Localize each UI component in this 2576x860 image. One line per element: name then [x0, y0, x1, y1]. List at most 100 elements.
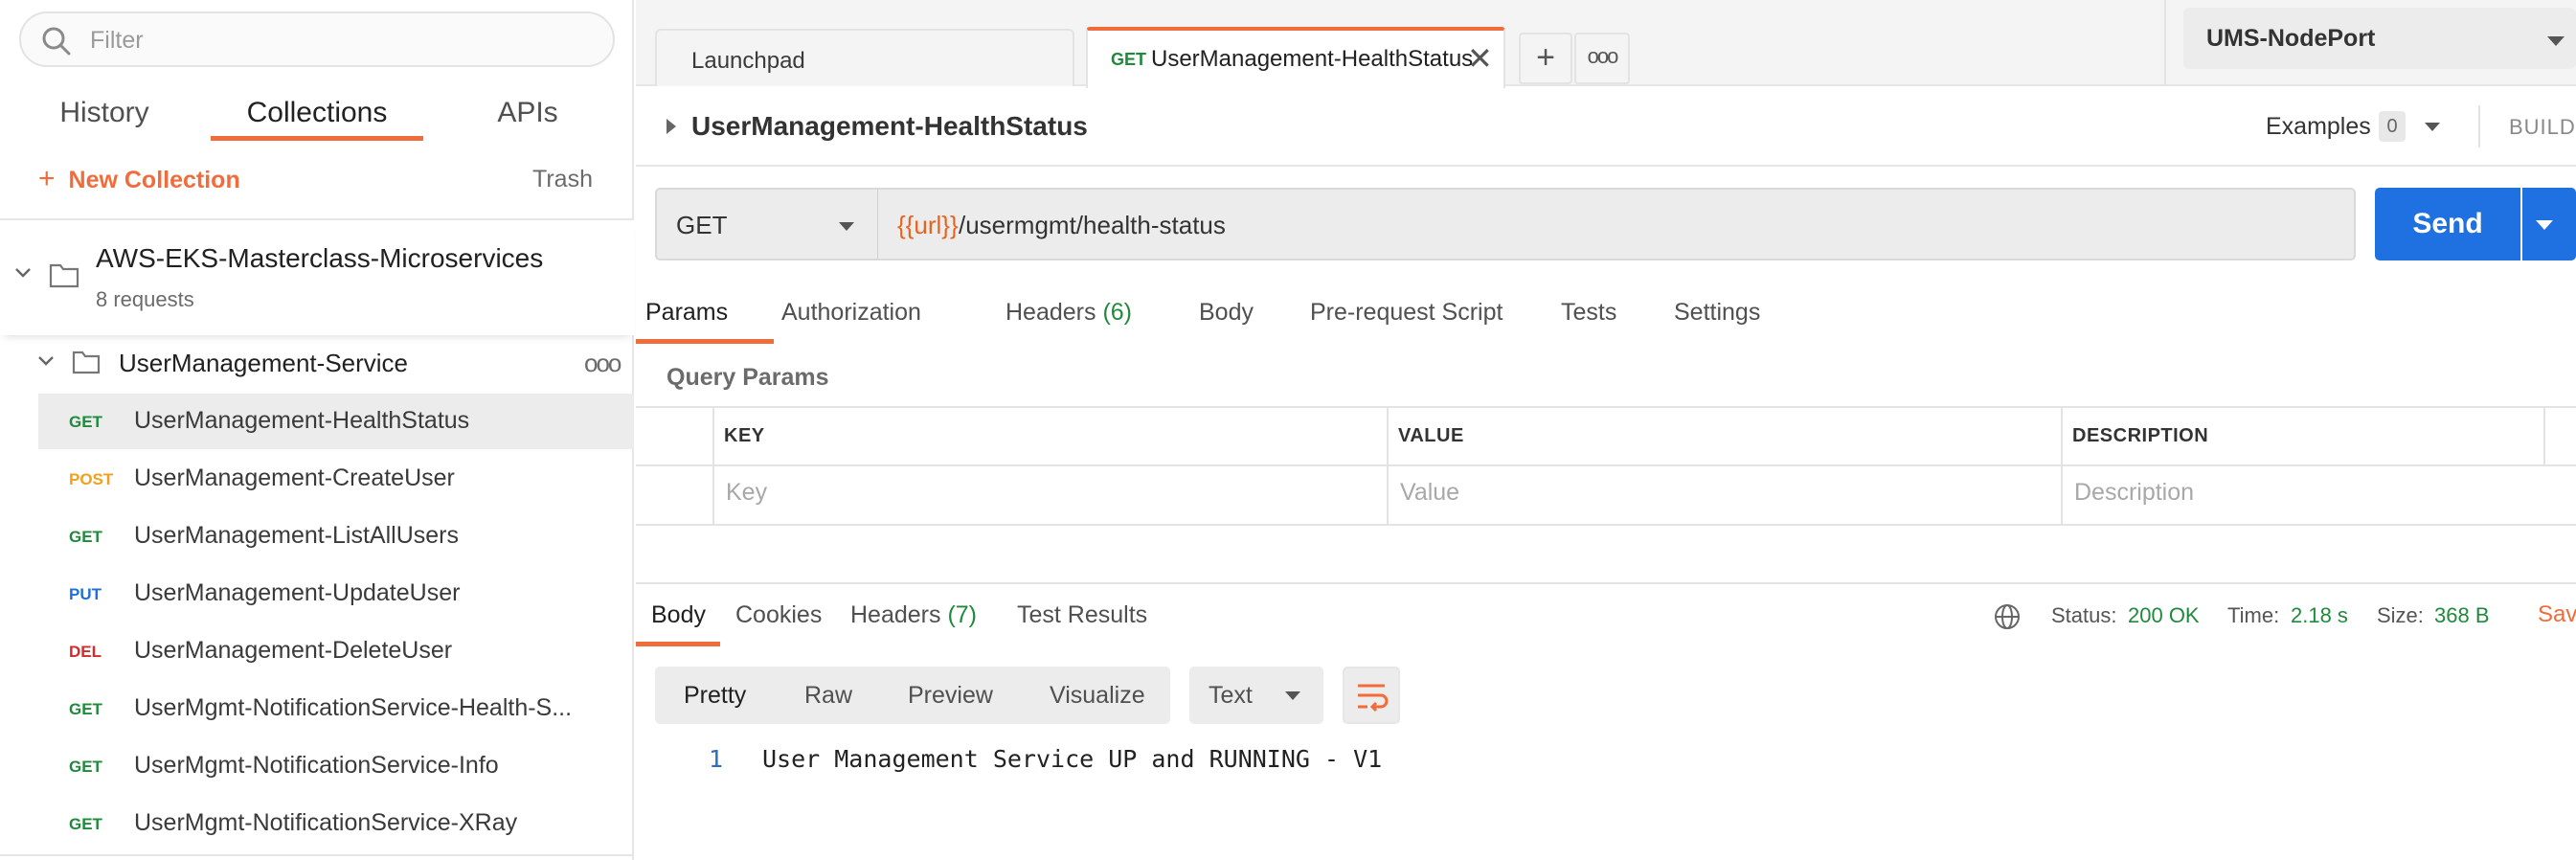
collection-row[interactable]: [0, 220, 634, 335]
request-item[interactable]: GET UserMgmt-NotificationService-Info: [38, 738, 634, 794]
tab-apis[interactable]: APIs: [479, 92, 576, 140]
tab-headers[interactable]: Headers (6): [1006, 299, 1132, 327]
view-pretty[interactable]: Pretty: [684, 682, 746, 710]
table-border: [636, 524, 2576, 526]
tab-launchpad[interactable]: Launchpad: [655, 29, 1074, 86]
chevron-down-icon: [2536, 220, 2553, 230]
filter-box[interactable]: [19, 11, 615, 67]
table-border: [712, 406, 714, 525]
more-options-icon[interactable]: ooo: [584, 349, 621, 378]
request-name: UserManagement-ListAllUsers: [134, 522, 460, 549]
save-response-button[interactable]: Sav: [2538, 601, 2576, 628]
filter-input[interactable]: [88, 21, 586, 59]
headers-count: (7): [947, 601, 978, 628]
method-badge: POST: [69, 470, 114, 488]
request-name: UserManagement-CreateUser: [134, 464, 455, 491]
tab-pre-request-script[interactable]: Pre-request Script: [1310, 299, 1503, 327]
request-name: UserManagement-HealthStatus: [134, 407, 470, 434]
tab-test-results[interactable]: Test Results: [1017, 601, 1147, 629]
trash-button[interactable]: Trash: [532, 166, 593, 193]
view-preview[interactable]: Preview: [908, 682, 993, 710]
collection-name: AWS-EKS-Masterclass-Microservices: [96, 243, 544, 273]
request-item[interactable]: DEL UserManagement-DeleteUser: [38, 623, 634, 679]
divider: [2478, 105, 2480, 147]
key-input[interactable]: Key: [726, 479, 767, 507]
url-variable: {{url}}: [897, 211, 959, 239]
request-item[interactable]: PUT UserManagement-UpdateUser: [38, 566, 634, 622]
size-value: 368 B: [2434, 603, 2490, 627]
tab-history[interactable]: History: [40, 92, 169, 140]
globe-icon[interactable]: [1992, 601, 2022, 632]
collection-folder-icon: [49, 263, 79, 288]
time-value: 2.18 s: [2291, 603, 2348, 627]
value-input[interactable]: Value: [1400, 479, 1459, 507]
query-params-heading: Query Params: [667, 364, 829, 391]
new-tab-button[interactable]: +: [1519, 33, 1572, 84]
active-tab-indicator: [211, 136, 423, 141]
method-badge: DEL: [69, 643, 102, 661]
request-item[interactable]: GET UserManagement-HealthStatus: [38, 394, 634, 449]
response-body-text: User Management Service UP and RUNNING -…: [762, 745, 1383, 773]
new-collection-label: New Collection: [68, 167, 240, 193]
table-border: [1387, 406, 1389, 525]
line-number: 1: [709, 745, 724, 773]
status-label: Status:: [2051, 603, 2117, 627]
send-options-button[interactable]: [2522, 188, 2576, 260]
divider: [636, 582, 2576, 584]
method-select[interactable]: GET: [655, 188, 877, 260]
time-label: Time:: [2227, 603, 2280, 627]
view-visualize[interactable]: Visualize: [1050, 682, 1145, 710]
column-header-value: VALUE: [1398, 425, 1464, 446]
collection-request-count: 8 requests: [96, 287, 194, 311]
request-name: UserManagement-UpdateUser: [134, 579, 461, 606]
view-raw[interactable]: Raw: [804, 682, 852, 710]
plus-icon: +: [38, 163, 56, 194]
tab-response-body[interactable]: Body: [651, 601, 706, 629]
close-icon[interactable]: ✕: [1467, 40, 1493, 77]
column-header-description: DESCRIPTION: [2072, 425, 2209, 446]
table-border: [2061, 406, 2063, 525]
tab-settings[interactable]: Settings: [1674, 299, 1760, 327]
format-select[interactable]: Text: [1189, 667, 1323, 724]
request-name: UserMgmt-NotificationService-XRay: [134, 809, 518, 836]
headers-count: (6): [1102, 299, 1133, 326]
request-item[interactable]: GET UserMgmt-NotificationService-XRay: [38, 796, 634, 851]
chevron-down-icon[interactable]: [36, 354, 56, 368]
request-item[interactable]: GET UserMgmt-NotificationService-Health-…: [38, 681, 634, 736]
environment-select[interactable]: UMS-NodePort: [2183, 8, 2576, 69]
build-button[interactable]: BUILD: [2509, 115, 2576, 140]
tab-authorization[interactable]: Authorization: [781, 299, 921, 327]
chevron-down-icon: [839, 222, 854, 231]
tab-cookies[interactable]: Cookies: [735, 601, 822, 629]
tab-active-request[interactable]: GET UserManagement-HealthStatus ✕: [1086, 27, 1505, 88]
send-button[interactable]: Send: [2375, 188, 2520, 260]
method-badge: GET: [69, 413, 102, 431]
tab-tests[interactable]: Tests: [1561, 299, 1616, 327]
method-badge: GET: [69, 758, 102, 776]
new-collection-button[interactable]: + New Collection: [38, 163, 240, 195]
method-value: GET: [676, 211, 728, 239]
folder-name: UserManagement-Service: [119, 349, 409, 377]
request-item[interactable]: POST UserManagement-CreateUser: [38, 451, 634, 507]
search-icon: [42, 27, 71, 56]
column-header-key: KEY: [724, 425, 765, 446]
chevron-down-icon[interactable]: [13, 266, 33, 280]
tab-collections[interactable]: Collections: [211, 92, 423, 140]
chevron-down-icon: [2547, 36, 2565, 46]
wrap-lines-button[interactable]: [1343, 667, 1400, 724]
examples-button[interactable]: Examples: [2266, 113, 2371, 141]
request-title: UserManagement-HealthStatus: [691, 111, 1088, 141]
request-name: UserManagement-DeleteUser: [134, 637, 453, 664]
active-tab-indicator: [636, 642, 720, 646]
more-tabs-icon[interactable]: ooo: [1574, 33, 1630, 84]
chevron-down-icon[interactable]: [2425, 123, 2440, 131]
request-item[interactable]: GET UserManagement-ListAllUsers: [38, 509, 634, 564]
url-input[interactable]: {{url}} /usermgmt/health-status: [877, 188, 2356, 260]
environment-value: UMS-NodePort: [2206, 25, 2376, 52]
expand-arrow-icon[interactable]: [667, 119, 676, 134]
tab-body[interactable]: Body: [1199, 299, 1254, 327]
tab-params[interactable]: Params: [645, 299, 728, 327]
tab-label: UserManagement-HealthStatus: [1151, 46, 1474, 72]
tab-response-headers[interactable]: Headers (7): [850, 601, 977, 629]
description-input[interactable]: Description: [2074, 479, 2194, 507]
